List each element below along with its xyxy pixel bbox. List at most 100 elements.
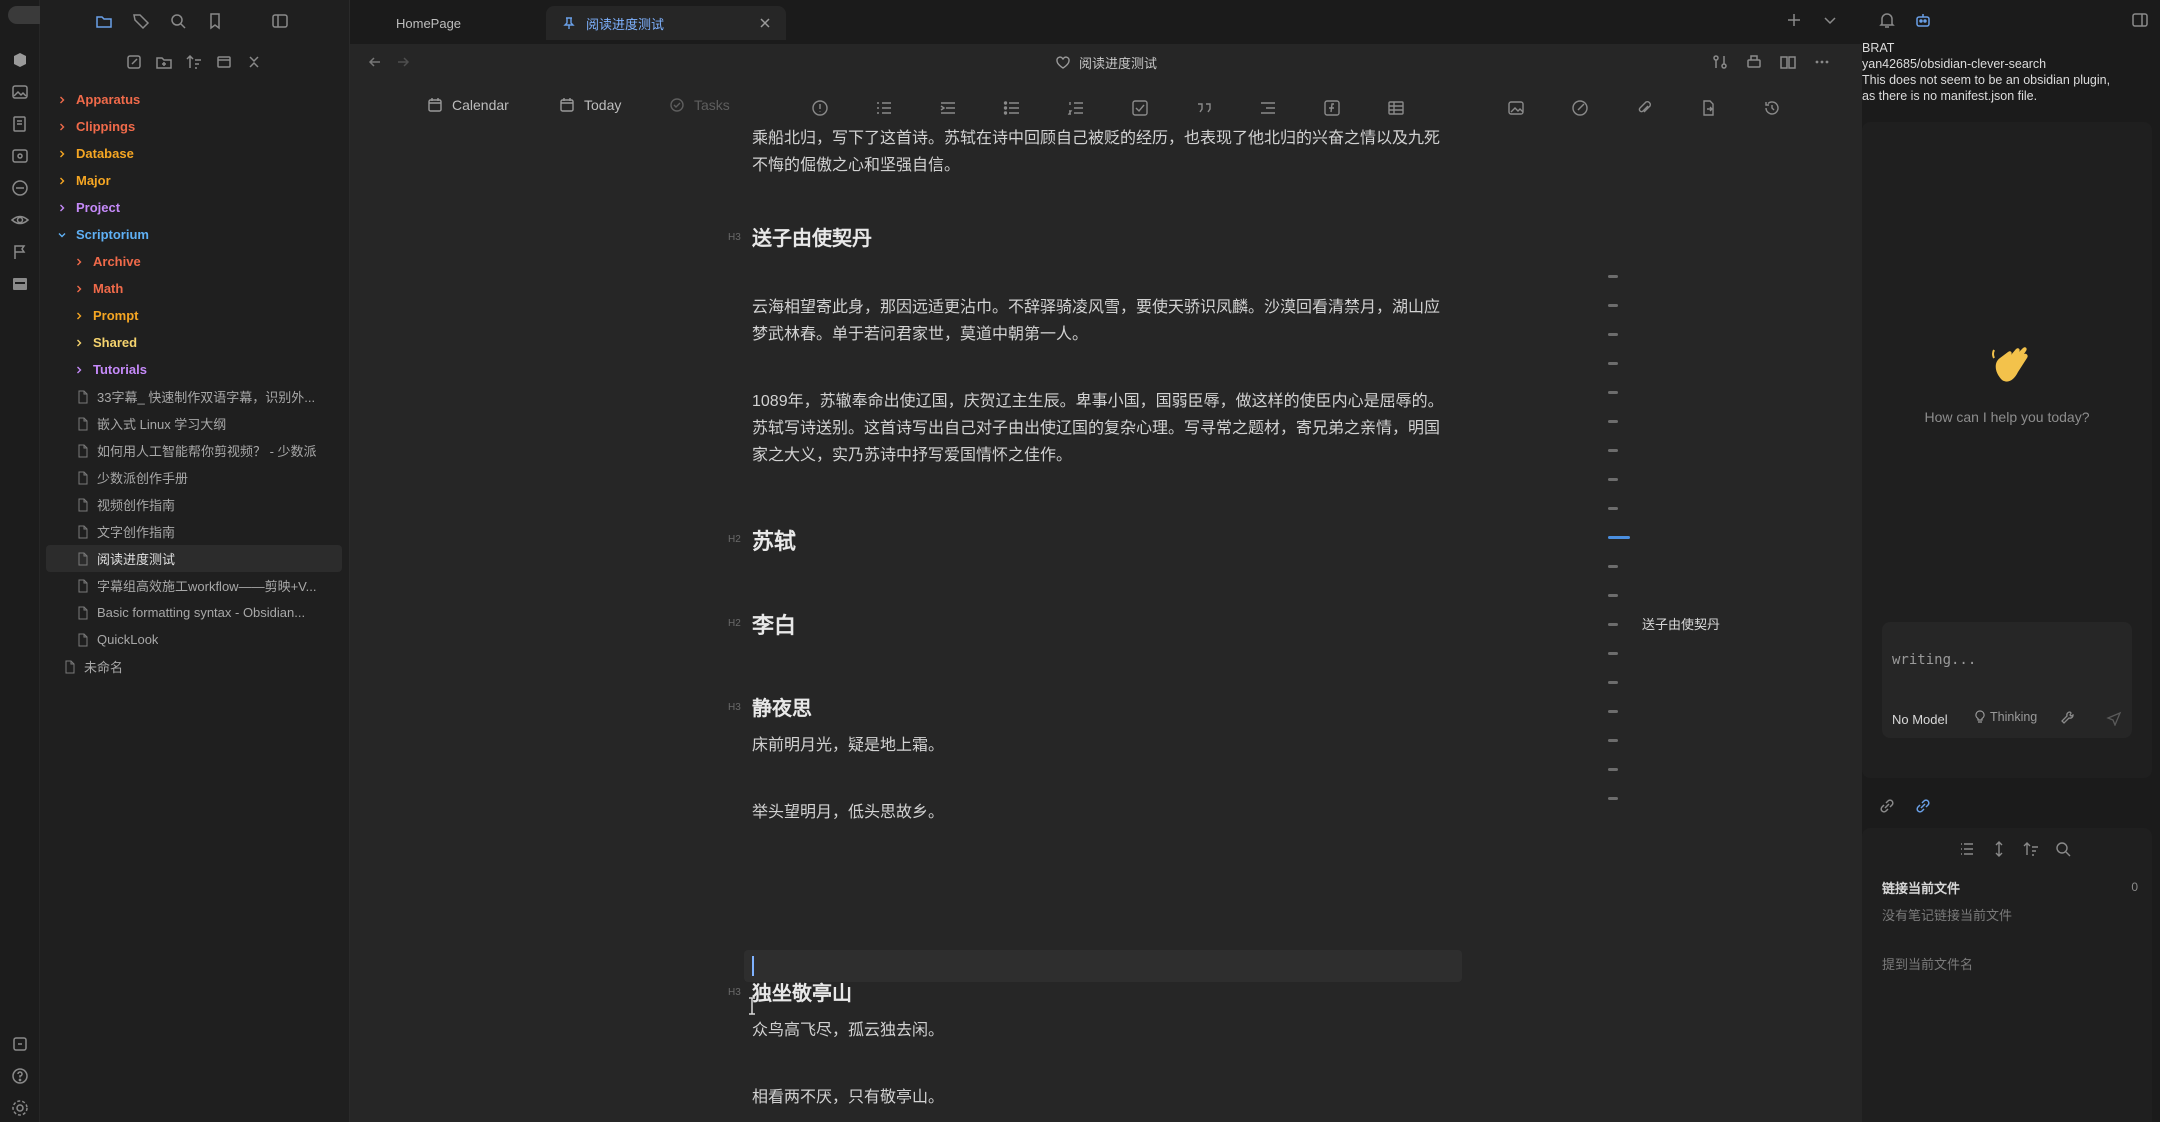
folder-item[interactable]: Archive — [46, 248, 342, 275]
reading-view-icon[interactable] — [1778, 52, 1798, 72]
notification-bell-icon[interactable] — [1877, 10, 1897, 30]
numbered-list-icon[interactable] — [874, 98, 894, 118]
outline-marker[interactable] — [1608, 507, 1618, 510]
help-icon[interactable] — [10, 1066, 30, 1086]
model-selector[interactable]: No Model — [1892, 712, 1948, 727]
bullet-list-icon[interactable] — [1002, 98, 1022, 118]
collapse-all-icon[interactable] — [244, 52, 264, 72]
file-item[interactable]: 字幕组高效施工workflow——剪映+V... — [46, 572, 342, 599]
folder-item[interactable]: Database — [46, 140, 342, 167]
alert-circle-icon[interactable] — [810, 98, 830, 118]
outline-marker[interactable] — [1608, 420, 1618, 423]
search-links-icon[interactable] — [2054, 840, 2072, 858]
attachment-icon[interactable] — [1634, 98, 1654, 118]
brat-notice[interactable]: BRAT yan42685/obsidian-clever-search Thi… — [1862, 40, 2160, 104]
tab-homepage[interactable]: HomePage — [380, 6, 570, 40]
outline-marker[interactable] — [1608, 333, 1618, 336]
collapse-view-icon[interactable] — [214, 52, 234, 72]
image-icon[interactable] — [10, 82, 30, 102]
folder-item[interactable]: Math — [46, 275, 342, 302]
unlinked-mentions-title[interactable]: 提到当前文件名 — [1882, 954, 1973, 973]
tasks-button[interactable]: Tasks — [668, 96, 730, 114]
outline-marker[interactable] — [1608, 565, 1618, 568]
outline-marker[interactable] — [1608, 362, 1618, 365]
outline-marker[interactable] — [1608, 739, 1618, 742]
tab-list-chevron-down-icon[interactable] — [1820, 10, 1840, 30]
thinking-toggle[interactable]: Thinking — [1974, 710, 2037, 724]
outline-active-heading[interactable]: 送子由使契丹 — [1642, 614, 1720, 633]
floating-outline[interactable]: 送子由使契丹 — [1608, 272, 1808, 800]
tags-icon[interactable] — [131, 11, 151, 31]
new-tab-icon[interactable] — [1784, 10, 1804, 30]
export-file-icon[interactable] — [1698, 98, 1718, 118]
expand-icon[interactable] — [1990, 840, 2008, 858]
outline-marker[interactable] — [1608, 652, 1618, 655]
folder-item[interactable]: Apparatus — [46, 86, 342, 113]
search-icon[interactable] — [168, 11, 188, 31]
ordered-list-icon[interactable] — [1066, 98, 1086, 118]
formula-icon[interactable] — [1322, 98, 1342, 118]
archive-icon[interactable] — [10, 274, 30, 294]
folder-item[interactable]: Tutorials — [46, 356, 342, 383]
file-item[interactable]: 未命名 — [46, 653, 342, 680]
file-item[interactable]: 视频创作指南 — [46, 491, 342, 518]
file-item[interactable]: 文字创作指南 — [46, 518, 342, 545]
file-item[interactable]: 少数派创作手册 — [46, 464, 342, 491]
close-tab-icon[interactable] — [758, 16, 772, 30]
outline-marker[interactable] — [1608, 391, 1618, 394]
outline-marker[interactable] — [1608, 478, 1618, 481]
folder-tab-icon[interactable] — [94, 11, 114, 31]
today-button[interactable]: Today — [558, 96, 621, 114]
folder-item[interactable]: Major — [46, 167, 342, 194]
sidebar-toggle-icon[interactable] — [270, 11, 290, 31]
outline-marker-active[interactable] — [1608, 536, 1630, 539]
vault-switcher-icon[interactable] — [10, 1034, 30, 1054]
outline-marker[interactable] — [1608, 681, 1618, 684]
outline-marker[interactable] — [1608, 304, 1618, 307]
outline-marker[interactable] — [1608, 449, 1618, 452]
file-item[interactable]: 33字幕_ 快速制作双语字幕，识别外... — [46, 383, 342, 410]
file-item[interactable]: 嵌入式 Linux 学习大纲 — [46, 410, 342, 437]
files-icon[interactable] — [10, 114, 30, 134]
send-icon[interactable] — [2106, 710, 2122, 726]
view-title[interactable]: 阅读进度测试 — [350, 53, 1862, 72]
git-diff-icon[interactable] — [1710, 52, 1730, 72]
new-folder-icon[interactable] — [154, 52, 174, 72]
chat-input[interactable]: writing... No Model Thinking — [1882, 622, 2132, 738]
outline-marker[interactable] — [1608, 594, 1618, 597]
outline-marker[interactable] — [1608, 710, 1618, 713]
indent-icon[interactable] — [938, 98, 958, 118]
graph-icon[interactable] — [10, 146, 30, 166]
file-item[interactable]: Basic formatting syntax - Obsidian... — [46, 599, 342, 626]
quote-icon[interactable] — [1194, 98, 1214, 118]
sort-icon[interactable] — [184, 52, 204, 72]
canvas-icon[interactable] — [10, 178, 30, 198]
outdent-list-icon[interactable] — [1258, 98, 1278, 118]
more-options-icon[interactable] — [1812, 52, 1832, 72]
sort-links-icon[interactable] — [2022, 840, 2040, 858]
bookmark-flag-icon[interactable] — [10, 242, 30, 262]
outline-marker[interactable] — [1608, 275, 1618, 278]
backlinks-tab-icon[interactable] — [1877, 796, 1897, 816]
insert-image-icon[interactable] — [1506, 98, 1526, 118]
file-item[interactable]: QuickLook — [46, 626, 342, 653]
folder-item[interactable]: Shared — [46, 329, 342, 356]
bookmark-icon[interactable] — [205, 11, 225, 31]
calendar-button[interactable]: Calendar — [426, 96, 509, 114]
file-item[interactable]: 如何用人工智能帮你剪视频？ - 少数派 — [46, 437, 342, 464]
tab-active-note[interactable]: 阅读进度测试 — [546, 6, 786, 40]
linked-mentions-title[interactable]: 链接当前文件 — [1882, 878, 1960, 897]
list-view-icon[interactable] — [1958, 840, 1976, 858]
right-sidebar-toggle-icon[interactable] — [2130, 10, 2150, 30]
history-icon[interactable] — [1762, 98, 1782, 118]
table-icon[interactable] — [1386, 98, 1406, 118]
outline-marker[interactable] — [1608, 623, 1618, 626]
vault-icon[interactable] — [10, 50, 30, 70]
folder-item[interactable]: Project — [46, 194, 342, 221]
outline-marker[interactable] — [1608, 797, 1618, 800]
settings-gear-icon[interactable] — [10, 1098, 30, 1118]
tools-wrench-icon[interactable] — [2060, 710, 2076, 726]
folder-item[interactable]: Prompt — [46, 302, 342, 329]
draw-icon[interactable] — [1570, 98, 1590, 118]
file-item[interactable]: 阅读进度测试 — [46, 545, 342, 572]
